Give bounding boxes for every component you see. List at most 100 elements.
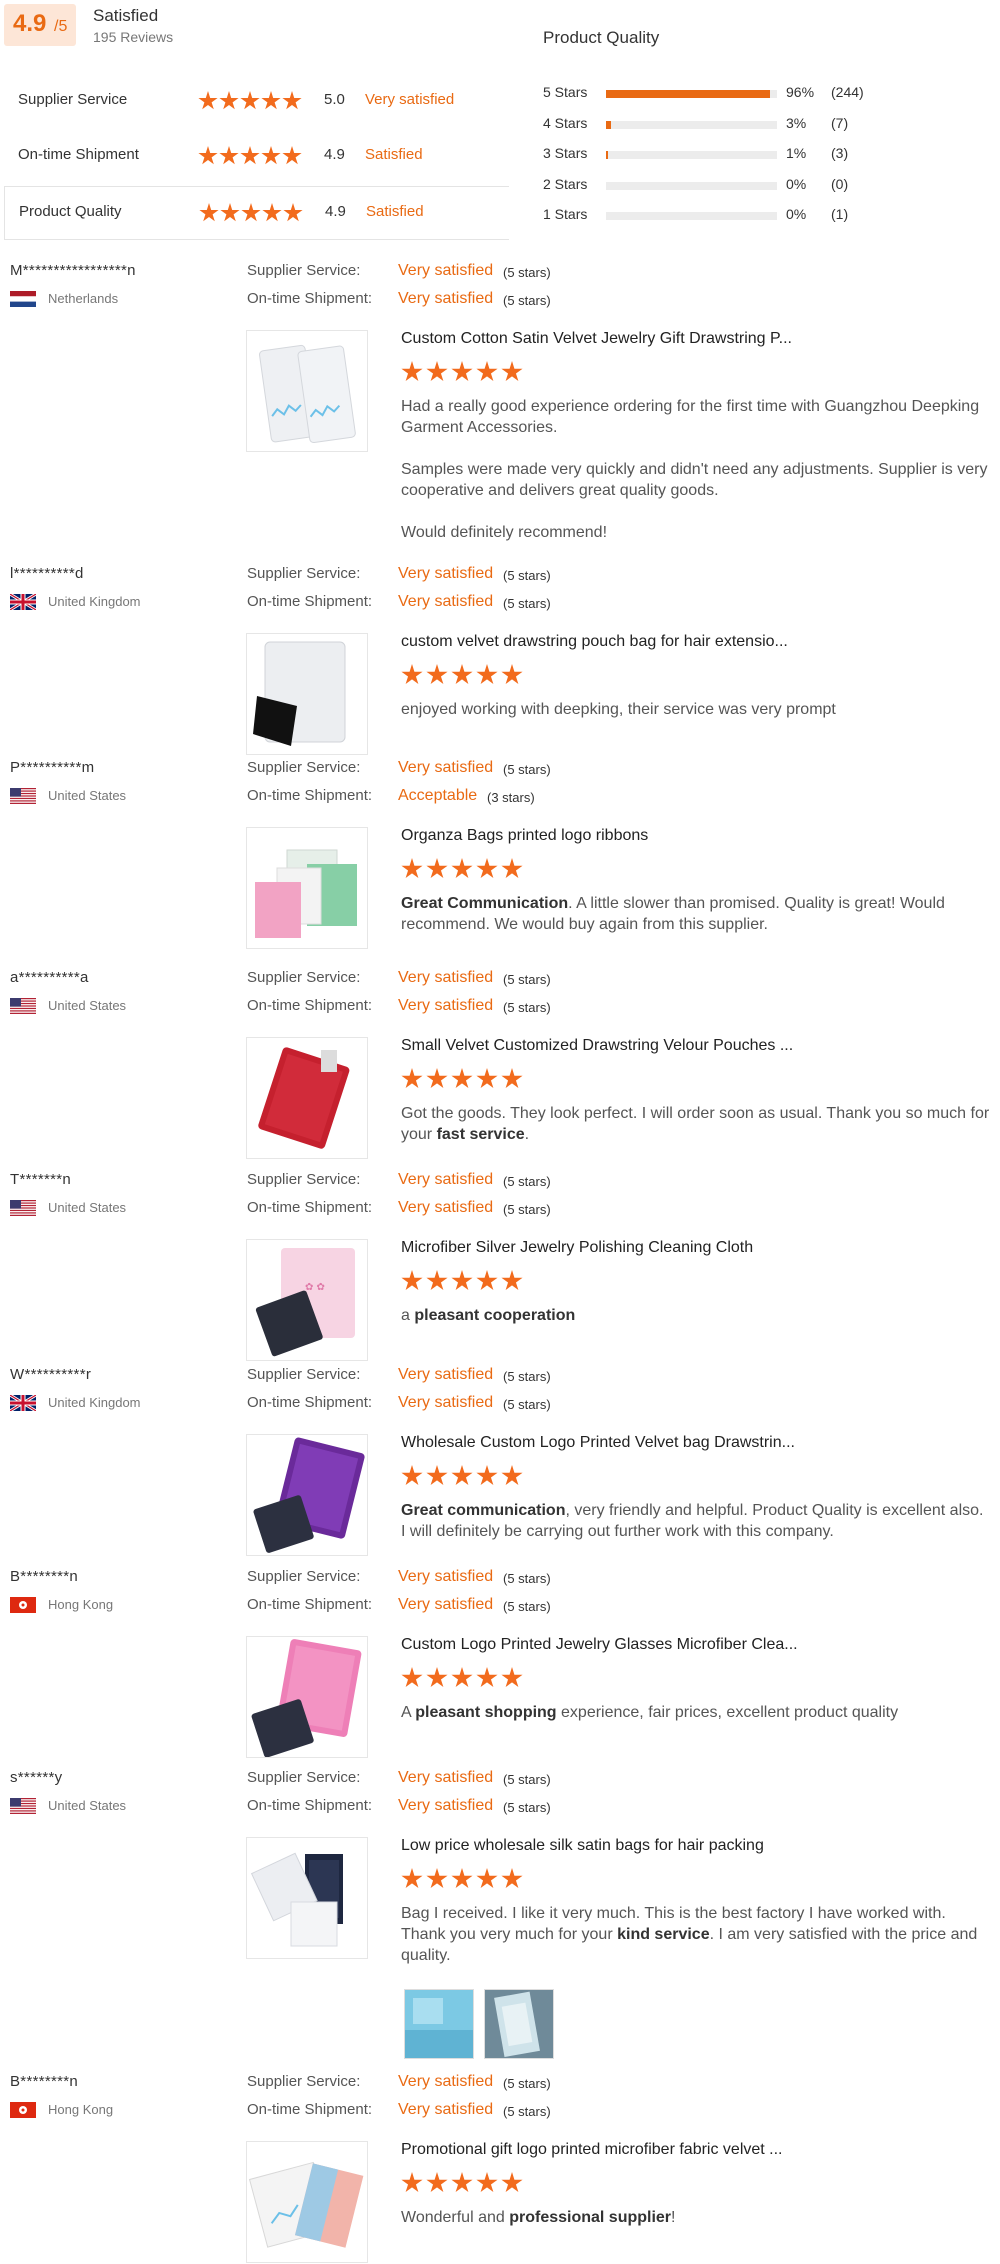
supplier-service-rating: Very satisfied [398,1171,494,1188]
star-rating [198,91,303,116]
product-title-link[interactable]: Wholesale Custom Logo Printed Velvet bag… [401,1434,991,1452]
ontime-shipment-rating: Very satisfied [398,1394,494,1411]
ontime-shipment-label: On-time Shipment: [247,593,373,610]
product-thumbnail[interactable] [246,2141,368,2263]
product-thumbnail[interactable] [246,1837,368,1959]
supplier-service-stars: (5 stars) [503,1772,551,1787]
distribution-count: (0) [831,176,849,192]
overall-rating-label: Satisfied [93,6,159,25]
ontime-shipment-stars: (5 stars) [503,1202,551,1217]
review-star-rating [401,1868,526,1895]
product-thumbnail[interactable] [246,1636,368,1758]
review-text: A pleasant shopping experience, fair pri… [401,1702,991,1744]
review-paragraph: A pleasant shopping experience, fair pri… [401,1704,899,1721]
product-thumbnail[interactable] [246,633,368,755]
product-title-link[interactable]: Low price wholesale silk satin bags for … [401,1837,991,1855]
rating-value: 5.0 [324,91,345,108]
distribution-label: 4 Stars [543,115,588,131]
product-thumbnail[interactable]: ✿ ✿ [246,1239,368,1361]
review-highlight: pleasant cooperation [414,1307,576,1324]
product-title-link[interactable]: custom velvet drawstring pouch bag for h… [401,633,991,651]
supplier-service-rating: Very satisfied [398,2073,494,2090]
product-thumbnail[interactable] [246,1037,368,1159]
review-star-rating [401,858,526,885]
product-title-link[interactable]: Custom Cotton Satin Velvet Jewelry Gift … [401,330,991,348]
ontime-shipment-stars: (5 stars) [503,1800,551,1815]
review-text: Bag I received. I like it very much. Thi… [401,1903,991,1987]
review-text: Had a really good experience ordering fo… [401,396,991,564]
product-title-link[interactable]: Microfiber Silver Jewelry Polishing Clea… [401,1239,991,1257]
rating-label: Product Quality [19,203,122,220]
product-thumbnail[interactable] [246,1434,368,1556]
distribution-label: 1 Stars [543,206,588,222]
review-star-rating [401,664,526,691]
product-thumbnail[interactable] [246,827,368,949]
supplier-service-stars: (5 stars) [503,1571,551,1586]
supplier-service-label: Supplier Service: [247,1171,361,1188]
review-star-rating [401,1465,526,1492]
us-flag-icon [10,1798,36,1814]
distribution-label: 5 Stars [543,84,588,100]
us-flag-icon [10,1200,36,1216]
distribution-label: 3 Stars [543,145,588,161]
reviewer-country: United States [48,1798,127,1813]
ontime-shipment-stars: (5 stars) [503,2104,551,2119]
ontime-shipment-stars: (5 stars) [503,1599,551,1614]
reviewer-name: l**********d [10,565,84,582]
ontime-shipment-stars: (3 stars) [487,790,535,805]
distribution-count: (244) [831,84,864,100]
ontime-shipment-label: On-time Shipment: [247,290,373,307]
review-highlight: kind service [617,1926,710,1943]
distribution-row: 2 Stars 0% (0) [543,176,983,196]
reviewer-name: s******y [10,1769,63,1786]
supplier-service-rating: Very satisfied [398,1568,494,1585]
product-title-link[interactable]: Custom Logo Printed Jewelry Glasses Micr… [401,1636,991,1654]
ontime-shipment-label: On-time Shipment: [247,787,373,804]
review-paragraph: Bag I received. I like it very much. Thi… [401,1905,978,1964]
reviewer-country: Hong Kong [48,1597,114,1612]
ontime-shipment-rating: Very satisfied [398,593,494,610]
distribution-label: 2 Stars [543,176,588,192]
review-photo[interactable] [484,1989,554,2059]
star-rating [198,146,303,171]
rating-row-product-quality[interactable]: Product Quality 4.9 Satisfied [4,186,509,240]
ontime-shipment-label: On-time Shipment: [247,1394,373,1411]
distribution-percent: 1% [786,145,807,161]
ontime-shipment-label: On-time Shipment: [247,2101,373,2118]
ontime-shipment-rating: Very satisfied [398,2101,494,2118]
supplier-service-stars: (5 stars) [503,972,551,987]
rating-row-supplier-service: Supplier Service 5.0 Very satisfied [4,75,508,127]
distribution-row: 5 Stars 96% (244) [543,84,983,104]
review-photo[interactable] [404,1989,474,2059]
distribution-row: 3 Stars 1% (3) [543,145,983,165]
supplier-service-rating: Very satisfied [398,565,494,582]
ontime-shipment-label: On-time Shipment: [247,1596,373,1613]
review-highlight: Great Communication [401,895,569,912]
review-highlight: pleasant shopping [415,1704,557,1721]
product-title-link[interactable]: Small Velvet Customized Drawstring Velou… [401,1037,991,1055]
ontime-shipment-label: On-time Shipment: [247,1797,373,1814]
overall-score-max: /5 [54,18,68,35]
review-text: Got the goods. They look perfect. I will… [401,1103,991,1166]
review-text: Great communication, very friendly and h… [401,1500,991,1563]
reviewer-name: M*****************n [10,262,136,279]
ontime-shipment-rating: Very satisfied [398,1596,494,1613]
supplier-service-label: Supplier Service: [247,565,361,582]
reviewer-country: Hong Kong [48,2102,114,2117]
product-title-link[interactable]: Promotional gift logo printed microfiber… [401,2141,991,2159]
review-star-rating [401,2172,526,2199]
review-count[interactable]: 195 Reviews [93,29,173,45]
review-paragraph: Great communication, very friendly and h… [401,1502,984,1540]
ontime-shipment-stars: (5 stars) [503,596,551,611]
reviewer-name: B********n [10,2073,79,2090]
supplier-service-label: Supplier Service: [247,969,361,986]
review-text: a pleasant cooperation [401,1305,991,1347]
us-flag-icon [10,998,36,1014]
supplier-service-label: Supplier Service: [247,759,361,776]
ontime-shipment-stars: (5 stars) [503,1000,551,1015]
reviewer-name: B********n [10,1568,79,1585]
product-thumbnail[interactable] [246,330,368,452]
product-title-link[interactable]: Organza Bags printed logo ribbons [401,827,991,845]
review-paragraph: Would definitely recommend! [401,524,608,541]
review-highlight: professional supplier [509,2209,672,2226]
